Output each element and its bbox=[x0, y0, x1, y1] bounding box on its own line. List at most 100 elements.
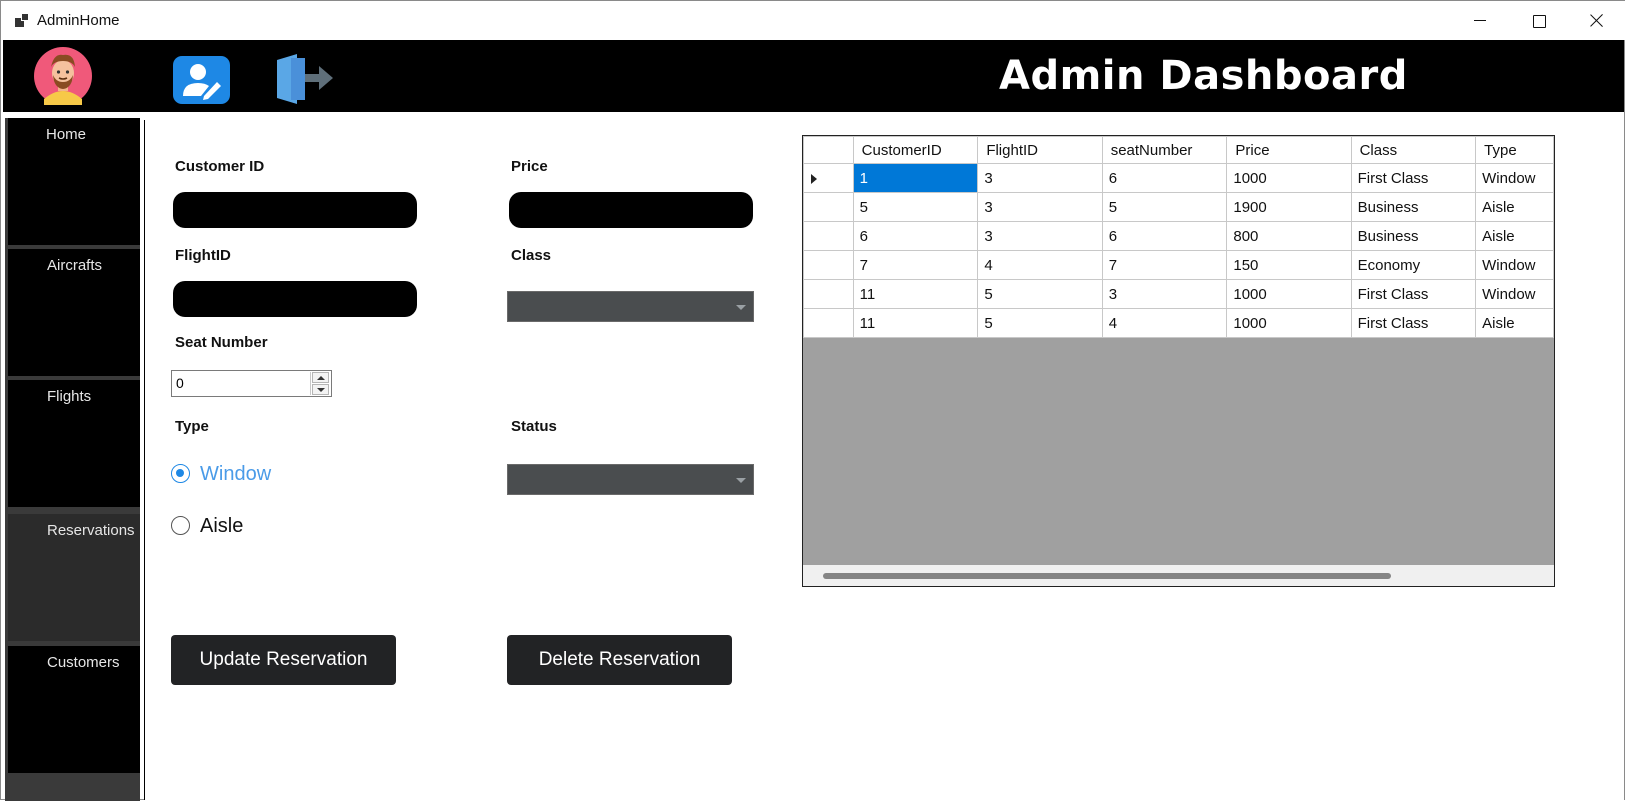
row-header[interactable] bbox=[803, 279, 854, 309]
table-cell[interactable]: Business bbox=[1350, 192, 1477, 222]
table-row[interactable]: 11 5 4 1000 First Class Aisle bbox=[803, 308, 1554, 338]
table-cell[interactable]: 7 bbox=[852, 250, 979, 280]
table-row[interactable]: 11 5 3 1000 First Class Window bbox=[803, 279, 1554, 309]
table-cell[interactable]: 3 bbox=[977, 163, 1103, 193]
title-bar: AdminHome bbox=[1, 1, 1625, 40]
horizontal-scrollbar[interactable] bbox=[803, 565, 1554, 586]
table-cell[interactable]: Window bbox=[1475, 279, 1554, 309]
table-cell[interactable]: 1000 bbox=[1226, 279, 1352, 309]
delete-reservation-button[interactable]: Delete Reservation bbox=[507, 635, 732, 685]
table-cell[interactable]: 1000 bbox=[1226, 308, 1352, 338]
header-divider bbox=[3, 112, 1624, 115]
table-cell[interactable]: 11 bbox=[852, 279, 979, 309]
sidebar-item-aircrafts[interactable]: Aircrafts bbox=[8, 249, 140, 376]
sidebar-item-label: Flights bbox=[47, 388, 92, 405]
table-cell[interactable]: 5 bbox=[977, 279, 1103, 309]
update-reservation-button[interactable]: Update Reservation bbox=[171, 635, 396, 685]
seat-number-stepper[interactable]: 0 bbox=[171, 370, 332, 397]
seat-number-label: Seat Number bbox=[175, 334, 268, 351]
table-cell[interactable]: 5 bbox=[852, 192, 979, 222]
row-header[interactable] bbox=[803, 163, 854, 193]
table-cell[interactable]: 3 bbox=[977, 221, 1103, 251]
admin-home-window: AdminHome Admin Dashboard Home Aircrafts… bbox=[0, 0, 1625, 801]
table-cell[interactable]: 4 bbox=[977, 250, 1103, 280]
table-cell[interactable]: Business bbox=[1350, 221, 1477, 251]
row-header[interactable] bbox=[803, 192, 854, 222]
sidebar-item-customers[interactable]: Customers bbox=[8, 646, 140, 773]
close-icon[interactable] bbox=[1567, 1, 1625, 40]
table-cell[interactable]: 7 bbox=[1101, 250, 1228, 280]
table-cell[interactable]: 150 bbox=[1226, 250, 1352, 280]
customer-id-field[interactable] bbox=[173, 192, 417, 228]
table-cell[interactable]: 6 bbox=[1101, 163, 1228, 193]
aisle-radio-label[interactable]: Aisle bbox=[200, 515, 243, 538]
table-cell[interactable]: Aisle bbox=[1475, 308, 1554, 338]
flight-id-field[interactable] bbox=[173, 281, 417, 317]
customer-id-label: Customer ID bbox=[175, 158, 265, 175]
row-header[interactable] bbox=[803, 308, 854, 338]
table-cell[interactable]: Window bbox=[1475, 163, 1554, 193]
table-cell[interactable]: First Class bbox=[1350, 279, 1477, 309]
table-cell[interactable]: 4 bbox=[1101, 308, 1228, 338]
class-select[interactable] bbox=[507, 291, 754, 322]
dashboard-title: Admin Dashboard bbox=[999, 53, 1408, 99]
table-cell[interactable]: 5 bbox=[977, 308, 1103, 338]
chevron-down-icon bbox=[736, 478, 746, 483]
column-header[interactable]: seatNumber bbox=[1101, 136, 1228, 164]
table-row[interactable]: 6 3 6 800 Business Aisle bbox=[803, 221, 1554, 251]
column-header[interactable]: Class bbox=[1350, 136, 1477, 164]
price-field[interactable] bbox=[509, 192, 753, 228]
table-cell[interactable]: Window bbox=[1475, 250, 1554, 280]
sidebar-item-home[interactable]: Home bbox=[8, 118, 140, 245]
seat-number-value: 0 bbox=[176, 375, 184, 391]
sidebar-item-reservations[interactable]: Reservations bbox=[8, 514, 140, 641]
status-select[interactable] bbox=[507, 464, 754, 495]
maximize-icon[interactable] bbox=[1509, 1, 1567, 40]
table-cell[interactable]: 3 bbox=[1101, 279, 1228, 309]
status-label: Status bbox=[511, 418, 557, 435]
table-row[interactable]: 1 3 6 1000 First Class Window bbox=[803, 163, 1554, 193]
decrement-icon[interactable] bbox=[312, 384, 329, 395]
column-header[interactable]: Price bbox=[1226, 136, 1352, 164]
logout-icon[interactable] bbox=[275, 54, 337, 104]
window-radio[interactable] bbox=[171, 464, 190, 483]
aisle-radio[interactable] bbox=[171, 516, 190, 535]
column-header[interactable]: FlightID bbox=[977, 136, 1103, 164]
grid-header-row: CustomerID FlightID seatNumber Price Cla… bbox=[803, 136, 1554, 164]
table-cell[interactable]: Aisle bbox=[1475, 192, 1554, 222]
stepper-buttons bbox=[310, 372, 329, 395]
dashboard-header: Admin Dashboard bbox=[3, 40, 1624, 112]
row-header[interactable] bbox=[803, 250, 854, 280]
table-cell[interactable]: 1900 bbox=[1226, 192, 1352, 222]
table-cell[interactable]: 1000 bbox=[1226, 163, 1352, 193]
table-row[interactable]: 7 4 7 150 Economy Window bbox=[803, 250, 1554, 280]
table-row[interactable]: 5 3 5 1900 Business Aisle bbox=[803, 192, 1554, 222]
table-cell[interactable]: First Class bbox=[1350, 308, 1477, 338]
table-cell[interactable]: Economy bbox=[1350, 250, 1477, 280]
edit-user-icon[interactable] bbox=[173, 56, 230, 104]
increment-icon[interactable] bbox=[312, 372, 329, 383]
window-radio-label[interactable]: Window bbox=[200, 463, 271, 486]
reservations-grid[interactable]: CustomerID FlightID seatNumber Price Cla… bbox=[802, 135, 1555, 587]
row-header[interactable] bbox=[803, 221, 854, 251]
avatar-icon[interactable] bbox=[32, 47, 94, 105]
class-label: Class bbox=[511, 247, 552, 264]
table-cell[interactable]: First Class bbox=[1350, 163, 1477, 193]
minimize-icon[interactable] bbox=[1451, 1, 1509, 40]
table-cell[interactable]: Aisle bbox=[1475, 221, 1554, 251]
table-cell[interactable]: 5 bbox=[1101, 192, 1228, 222]
column-header[interactable]: Type bbox=[1475, 136, 1554, 164]
table-cell[interactable]: 6 bbox=[852, 221, 979, 251]
chevron-down-icon bbox=[736, 305, 746, 310]
column-header[interactable]: CustomerID bbox=[852, 136, 979, 164]
table-cell[interactable]: 1 bbox=[852, 163, 979, 193]
scrollbar-thumb[interactable] bbox=[823, 573, 1391, 579]
table-cell[interactable]: 3 bbox=[977, 192, 1103, 222]
app-icon bbox=[15, 13, 29, 27]
sidebar: Home Aircrafts Flights Reservations Cust… bbox=[5, 118, 140, 801]
sidebar-item-flights[interactable]: Flights bbox=[8, 380, 140, 507]
table-cell[interactable]: 6 bbox=[1101, 221, 1228, 251]
price-label: Price bbox=[511, 158, 548, 175]
table-cell[interactable]: 800 bbox=[1226, 221, 1352, 251]
table-cell[interactable]: 11 bbox=[852, 308, 979, 338]
